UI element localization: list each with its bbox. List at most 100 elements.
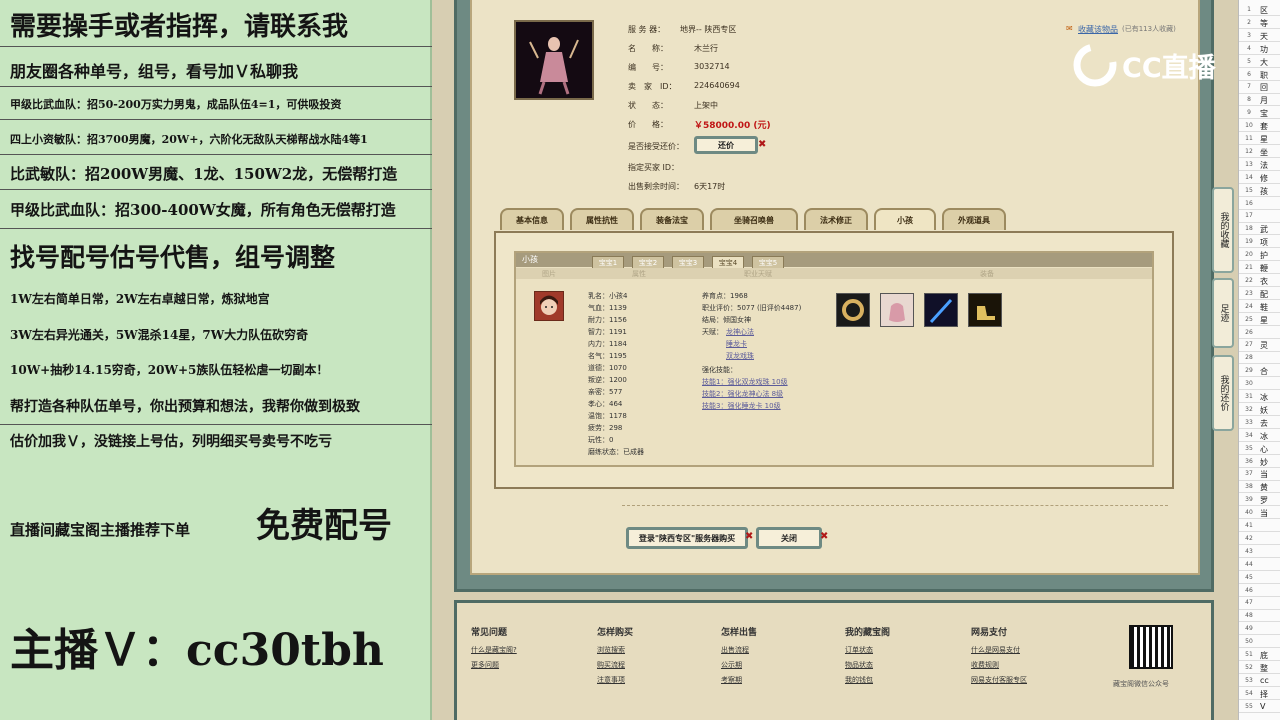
sheet-cell[interactable]: 鞋	[1260, 302, 1268, 313]
tab-equipment[interactable]: 装备法宝	[640, 208, 704, 230]
sheet-row[interactable]: 49	[1239, 623, 1280, 636]
footer-link[interactable]: 购买流程	[597, 660, 625, 670]
sheet-row[interactable]: 28	[1239, 352, 1280, 365]
sheet-row[interactable]: 30	[1239, 378, 1280, 391]
sheet-row[interactable]: 18 武	[1239, 223, 1280, 236]
sheet-row[interactable]: 14 修	[1239, 172, 1280, 184]
sheet-cell[interactable]: 灵	[1260, 340, 1268, 351]
sheet-row[interactable]: 29 合	[1239, 365, 1280, 378]
sheet-cell[interactable]: 武	[1260, 224, 1268, 235]
footer-link[interactable]: 网易支付客服专区	[971, 675, 1027, 685]
buy-on-server-button[interactable]: 登录"陕西专区"服务器购买	[626, 527, 748, 549]
sheet-row[interactable]: 45	[1239, 572, 1280, 584]
sheet-row[interactable]: 55 V	[1239, 701, 1280, 713]
sheet-row[interactable]: 47	[1239, 597, 1280, 610]
sheet-row[interactable]: 34 冰	[1239, 430, 1280, 442]
my-favorites-button[interactable]: 我的收藏	[1212, 187, 1234, 273]
sheet-row[interactable]: 5大	[1239, 56, 1280, 68]
sheet-row[interactable]: 1区	[1239, 4, 1280, 17]
sheet-cell[interactable]: 合	[1260, 366, 1268, 377]
sheet-cell[interactable]: 星	[1260, 315, 1268, 326]
tab-mounts-pets[interactable]: 坐骑召唤兽	[710, 208, 798, 230]
sheet-row[interactable]: 15 孩	[1239, 185, 1280, 197]
sheet-cell[interactable]: 心	[1260, 444, 1268, 455]
sheet-row[interactable]: 54 择	[1239, 688, 1280, 700]
equipment-slot-1[interactable]	[836, 293, 870, 327]
sheet-row[interactable]: 46	[1239, 585, 1280, 597]
footer-link[interactable]: 浏览搜索	[597, 645, 625, 655]
sheet-row[interactable]: 11 星	[1239, 133, 1280, 146]
footer-link[interactable]: 公示期	[721, 660, 742, 670]
sheet-row[interactable]: 23 配	[1239, 288, 1280, 300]
sheet-row[interactable]: 51 底	[1239, 649, 1280, 662]
sheet-cell[interactable]: cc	[1260, 676, 1269, 685]
equipment-slot-3[interactable]	[924, 293, 958, 327]
my-counter-offers-button[interactable]: 我的还价	[1212, 355, 1234, 431]
sheet-row[interactable]: 41	[1239, 520, 1280, 533]
sheet-row[interactable]: 9宝	[1239, 107, 1280, 120]
sheet-cell[interactable]: 项	[1260, 237, 1268, 248]
tab-appearance[interactable]: 外观道具	[942, 208, 1006, 230]
sheet-cell[interactable]: 择	[1260, 689, 1268, 700]
sheet-row[interactable]: 35 心	[1239, 443, 1280, 455]
sheet-cell[interactable]: 孩	[1260, 186, 1268, 197]
sheet-row[interactable]: 27 灵	[1239, 339, 1280, 352]
sheet-row[interactable]: 10 套	[1239, 120, 1280, 133]
sheet-row[interactable]: 8月	[1239, 94, 1280, 107]
sheet-cell[interactable]: 冰	[1260, 431, 1268, 442]
sheet-cell[interactable]: 护	[1260, 250, 1268, 261]
sheet-cell[interactable]: 黄	[1260, 482, 1268, 493]
sheet-row[interactable]: 19 项	[1239, 236, 1280, 249]
counter-offer-button[interactable]: 还价	[694, 136, 758, 154]
talent-3-link[interactable]: 双龙戏珠	[726, 351, 754, 361]
footer-link[interactable]: 更多问题	[471, 660, 499, 670]
sheet-cell[interactable]: 职	[1260, 70, 1268, 81]
sheet-row[interactable]: 7回	[1239, 81, 1280, 94]
sheet-row[interactable]: 22 衣	[1239, 275, 1280, 288]
sheet-row[interactable]: 43	[1239, 546, 1280, 558]
favorite-link[interactable]: 收藏该物品	[1078, 24, 1118, 35]
sheet-cell[interactable]: 宝	[1260, 108, 1268, 119]
sheet-row[interactable]: 53 cc	[1239, 675, 1280, 687]
tab-child[interactable]: 小孩	[874, 208, 936, 230]
sheet-row[interactable]: 38 黄	[1239, 481, 1280, 494]
sheet-row[interactable]: 26	[1239, 327, 1280, 339]
talent-1-link[interactable]: 龙神心法	[726, 327, 754, 337]
sheet-cell[interactable]: 修	[1260, 173, 1268, 184]
sheet-row[interactable]: 32 妖	[1239, 404, 1280, 417]
sheet-cell[interactable]: 法	[1260, 160, 1268, 171]
sheet-cell[interactable]: 妖	[1260, 405, 1268, 416]
sheet-row[interactable]: 16	[1239, 198, 1280, 210]
close-button[interactable]: 关闭	[756, 527, 822, 549]
sheet-cell[interactable]: 去	[1260, 418, 1268, 429]
sheet-row[interactable]: 12 坐	[1239, 146, 1280, 159]
footer-link[interactable]: 什么是网易支付	[971, 645, 1020, 655]
footer-link[interactable]: 收费规则	[971, 660, 999, 670]
footer-link[interactable]: 考察期	[721, 675, 742, 685]
sheet-row[interactable]: 31 冰	[1239, 391, 1280, 404]
tab-attributes[interactable]: 属性抗性	[570, 208, 634, 230]
sheet-cell[interactable]: 罗	[1260, 495, 1268, 506]
footer-link[interactable]: 什么是藏宝阁?	[471, 645, 517, 655]
sheet-row[interactable]: 50	[1239, 636, 1280, 649]
sheet-cell[interactable]: 月	[1260, 95, 1268, 106]
sheet-cell[interactable]: 功	[1260, 44, 1268, 55]
sheet-row[interactable]: 4功	[1239, 43, 1280, 55]
tab-spell-mod[interactable]: 法术修正	[804, 208, 868, 230]
equipment-slot-2[interactable]	[880, 293, 914, 327]
sheet-row[interactable]: 42	[1239, 533, 1280, 546]
footer-link[interactable]: 注意事项	[597, 675, 625, 685]
sheet-cell[interactable]: 妙	[1260, 457, 1268, 468]
sheet-cell[interactable]: 鞭	[1260, 263, 1268, 274]
sheet-cell[interactable]: 衣	[1260, 276, 1268, 287]
sheet-cell[interactable]: 坐	[1260, 147, 1268, 158]
sheet-row[interactable]: 25 星	[1239, 314, 1280, 326]
sheet-row[interactable]: 40 当	[1239, 507, 1280, 520]
sheet-cell[interactable]: V	[1260, 702, 1265, 711]
sheet-cell[interactable]: 区	[1260, 5, 1268, 16]
skill-2-link[interactable]: 技能2：强化龙神心法 8级	[702, 389, 783, 399]
footer-link[interactable]: 出售流程	[721, 645, 749, 655]
skill-3-link[interactable]: 技能3：强化睡龙卡 10级	[702, 401, 781, 411]
sheet-row[interactable]: 6职	[1239, 69, 1280, 81]
footprints-button[interactable]: 足迹	[1212, 278, 1234, 348]
